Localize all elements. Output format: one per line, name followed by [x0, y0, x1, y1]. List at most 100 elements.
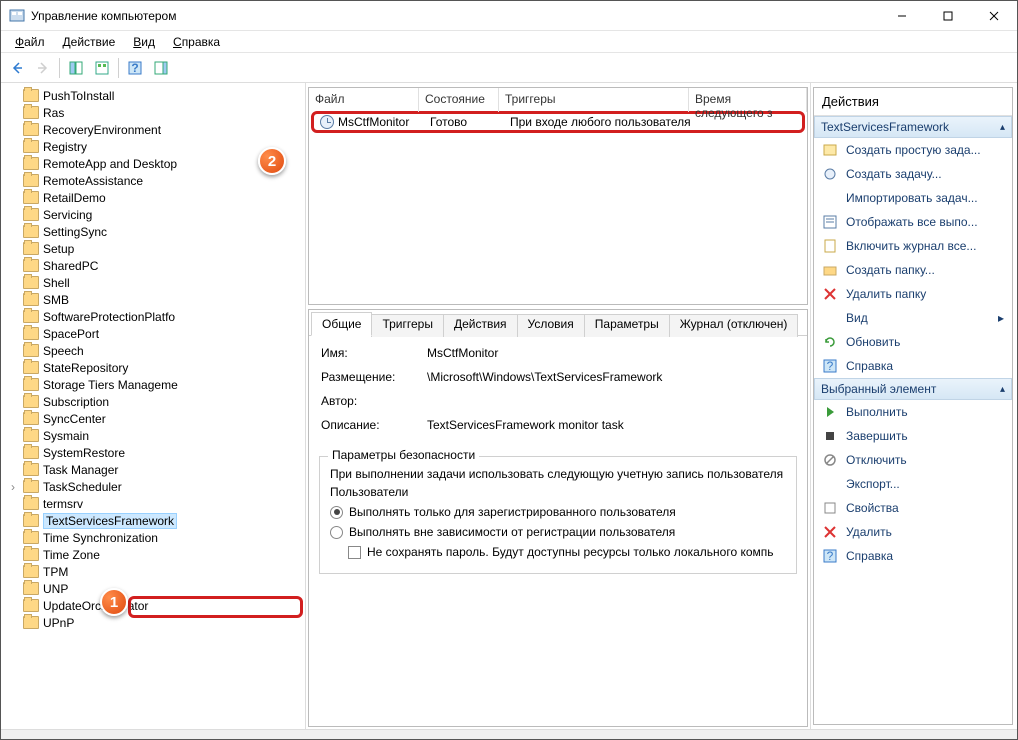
tree-item[interactable]: RemoteAssistance	[1, 172, 305, 189]
tree-item[interactable]: ›TaskScheduler	[1, 478, 305, 495]
action-create[interactable]: Создать задачу...	[814, 162, 1012, 186]
tab-log[interactable]: Журнал (отключен)	[669, 314, 799, 337]
action-refresh[interactable]: Обновить	[814, 330, 1012, 354]
tree-label: UNP	[43, 582, 68, 596]
action-create-basic[interactable]: Создать простую зада...	[814, 138, 1012, 162]
tree-item[interactable]: RecoveryEnvironment	[1, 121, 305, 138]
action-del-folder[interactable]: Удалить папку	[814, 282, 1012, 306]
tree-item[interactable]: Storage Tiers Manageme	[1, 376, 305, 393]
menu-action[interactable]: Действие	[55, 33, 124, 51]
folder-icon	[23, 157, 39, 170]
col-state[interactable]: Состояние	[419, 88, 499, 112]
tree-item[interactable]: Time Synchronization	[1, 529, 305, 546]
action-new-folder[interactable]: Создать папку...	[814, 258, 1012, 282]
tree-item[interactable]: SharedPC	[1, 257, 305, 274]
maximize-button[interactable]	[925, 1, 971, 31]
tree-item[interactable]: Setup	[1, 240, 305, 257]
tree-item[interactable]: UPnP	[1, 614, 305, 631]
menu-view[interactable]: Вид	[125, 33, 163, 51]
action-show-all[interactable]: Отображать все выпо...	[814, 210, 1012, 234]
radio-any-user[interactable]	[330, 526, 343, 539]
action-help2[interactable]: ?Справка	[814, 544, 1012, 568]
menu-help[interactable]: Справка	[165, 33, 228, 51]
tree-item[interactable]: TextServicesFramework	[1, 512, 305, 529]
action-enable-log[interactable]: Включить журнал все...	[814, 234, 1012, 258]
close-button[interactable]	[971, 1, 1017, 31]
tree-item[interactable]: TPM	[1, 563, 305, 580]
minimize-button[interactable]	[879, 1, 925, 31]
checkbox-nosave-pwd[interactable]	[348, 546, 361, 559]
actions-group-folder[interactable]: TextServicesFramework▴	[814, 116, 1012, 138]
label-description: Описание:	[321, 418, 427, 432]
action-delete[interactable]: Удалить	[814, 520, 1012, 544]
tree-item[interactable]: SyncCenter	[1, 410, 305, 427]
folder-icon	[23, 225, 39, 238]
tree-item[interactable]: Subscription	[1, 393, 305, 410]
folder-icon	[23, 344, 39, 357]
tree-label: Time Zone	[43, 548, 100, 562]
tree-item[interactable]: SystemRestore	[1, 444, 305, 461]
folder-icon	[23, 242, 39, 255]
log-icon	[822, 238, 838, 254]
tree-item[interactable]: SettingSync	[1, 223, 305, 240]
play-icon	[822, 404, 838, 420]
tab-conditions[interactable]: Условия	[517, 314, 585, 337]
menubar: Файл Действие Вид Справка	[1, 31, 1017, 53]
tree-pane[interactable]: PushToInstallRasRecoveryEnvironmentRegis…	[1, 83, 306, 729]
actions-group-selected[interactable]: Выбранный элемент▴	[814, 378, 1012, 400]
menu-file[interactable]: Файл	[7, 33, 53, 51]
tree-item[interactable]: UpdateOrchestrator	[1, 597, 305, 614]
tree-item[interactable]: Task Manager	[1, 461, 305, 478]
list-icon	[822, 214, 838, 230]
tree-item[interactable]: Servicing	[1, 206, 305, 223]
tab-params[interactable]: Параметры	[584, 314, 670, 337]
tree-item[interactable]: Shell	[1, 274, 305, 291]
tree-item[interactable]: Ras	[1, 104, 305, 121]
center-pane: Файл Состояние Триггеры Время следующего…	[306, 83, 811, 729]
nav-back-button[interactable]	[5, 56, 29, 80]
tree-label: RetailDemo	[43, 191, 106, 205]
folder-icon	[23, 123, 39, 136]
action-props[interactable]: Свойства	[814, 496, 1012, 520]
action-pane-button[interactable]	[149, 56, 173, 80]
actions-title: Действия	[814, 88, 1012, 116]
col-triggers[interactable]: Триггеры	[499, 88, 689, 112]
col-next[interactable]: Время следующего з	[689, 88, 807, 112]
action-view[interactable]: Вид▸	[814, 306, 1012, 330]
tab-actions[interactable]: Действия	[443, 314, 518, 337]
tree-item[interactable]: termsrv	[1, 495, 305, 512]
tree-item[interactable]: StateRepository	[1, 359, 305, 376]
folder-icon	[23, 174, 39, 187]
tree-item[interactable]: Speech	[1, 342, 305, 359]
toolbar: ?	[1, 53, 1017, 83]
action-run[interactable]: Выполнить	[814, 400, 1012, 424]
action-help[interactable]: ?Справка	[814, 354, 1012, 378]
action-end[interactable]: Завершить	[814, 424, 1012, 448]
action-export[interactable]: Экспорт...	[814, 472, 1012, 496]
tree-item[interactable]: Time Zone	[1, 546, 305, 563]
tree-item[interactable]: PushToInstall	[1, 87, 305, 104]
tree-item[interactable]: UNP	[1, 580, 305, 597]
tab-triggers[interactable]: Триггеры	[371, 314, 444, 337]
folder-icon	[23, 327, 39, 340]
nav-forward-button[interactable]	[31, 56, 55, 80]
tree-label: SpacePort	[43, 327, 99, 341]
task-list-header: Файл Состояние Триггеры Время следующего…	[309, 88, 807, 112]
show-hide-tree-button[interactable]	[64, 56, 88, 80]
help-button[interactable]: ?	[123, 56, 147, 80]
tree-item[interactable]: SpacePort	[1, 325, 305, 342]
action-import[interactable]: Импортировать задач...	[814, 186, 1012, 210]
action-disable[interactable]: Отключить	[814, 448, 1012, 472]
tree-item[interactable]: SoftwareProtectionPlatfo	[1, 308, 305, 325]
titlebar: Управление компьютером	[1, 1, 1017, 31]
tree-item[interactable]: RetailDemo	[1, 189, 305, 206]
folder-icon	[23, 361, 39, 374]
col-file[interactable]: Файл	[309, 88, 419, 112]
radio-logged-user[interactable]	[330, 506, 343, 519]
tree-item[interactable]: Sysmain	[1, 427, 305, 444]
refresh-button[interactable]	[90, 56, 114, 80]
tree-item[interactable]: SMB	[1, 291, 305, 308]
tab-general[interactable]: Общие	[311, 312, 372, 336]
folder-icon	[23, 514, 39, 527]
disable-icon	[822, 452, 838, 468]
